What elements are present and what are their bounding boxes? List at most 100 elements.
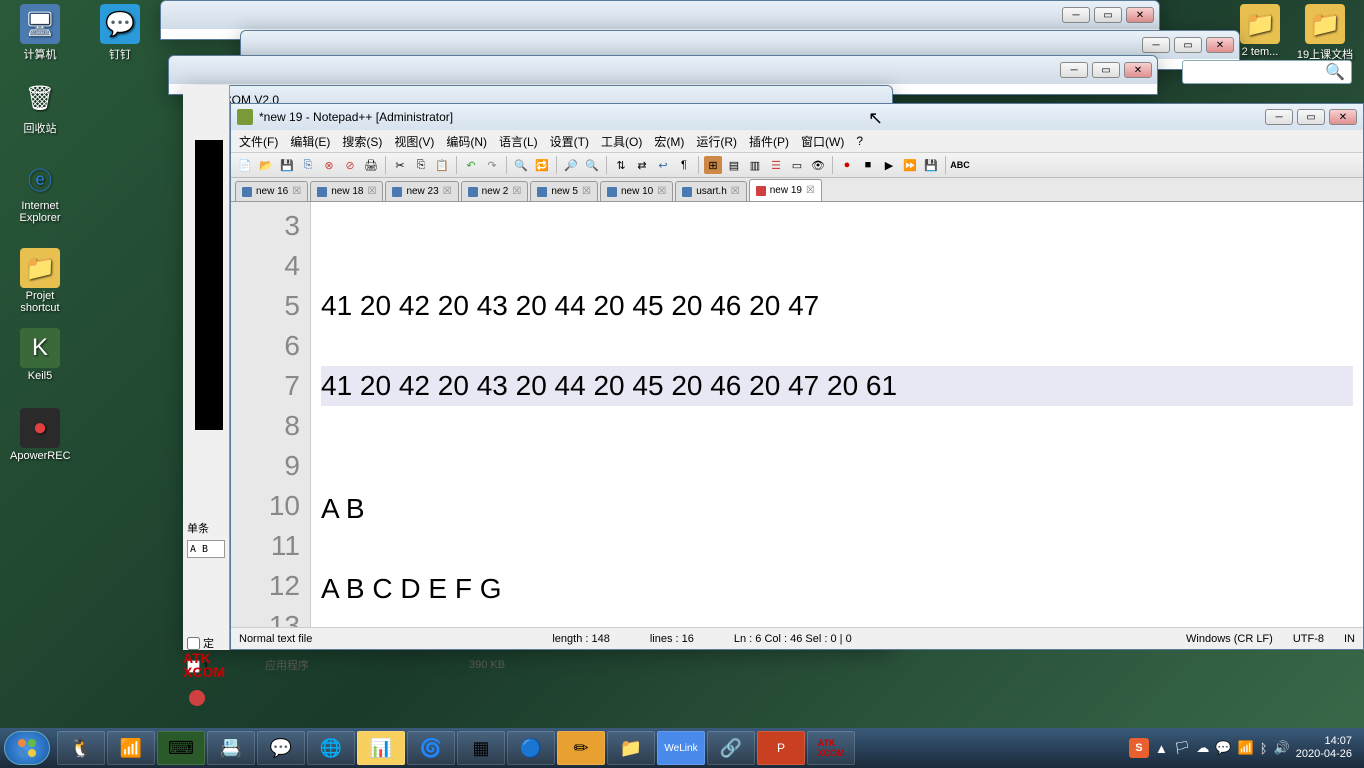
menu-search[interactable]: 搜索(S) <box>342 133 382 150</box>
tab-close-icon[interactable]: ☒ <box>806 185 815 196</box>
taskbar-ppt[interactable]: P <box>757 731 805 765</box>
minimize-button[interactable]: ─ <box>1142 37 1170 53</box>
menu-encoding[interactable]: 编码(N) <box>446 133 487 150</box>
desktop-icon-recycle[interactable]: 🗑回收站 <box>10 78 70 136</box>
desktop-icon-ie[interactable]: ⓔInternet Explorer <box>10 158 70 224</box>
copy-icon[interactable]: ⎘ <box>412 156 430 174</box>
docmap-icon[interactable]: ▭ <box>788 156 806 174</box>
menu-view[interactable]: 视图(V) <box>394 133 434 150</box>
start-button[interactable] <box>4 731 50 765</box>
maximize-button[interactable]: ▭ <box>1094 7 1122 23</box>
find-icon[interactable]: 🔍 <box>512 156 530 174</box>
text-editor[interactable]: 41 20 42 20 43 20 44 20 45 20 46 20 47 4… <box>311 202 1363 627</box>
replace-icon[interactable]: 🔁 <box>533 156 551 174</box>
desktop-icon-projet[interactable]: 📁Projet shortcut <box>10 248 70 314</box>
tray-cloud-icon[interactable]: ☁ <box>1196 740 1209 756</box>
paste-icon[interactable]: 📋 <box>433 156 451 174</box>
closeall-icon[interactable]: ⊘ <box>341 156 359 174</box>
search-box[interactable]: 🔍 <box>1182 60 1352 84</box>
fold-icon[interactable]: ▤ <box>725 156 743 174</box>
desktop-icon-doc19[interactable]: 📁19上课文档 <box>1295 4 1355 62</box>
maximize-button[interactable]: ▭ <box>1297 109 1325 125</box>
tab-close-icon[interactable]: ☒ <box>443 186 452 197</box>
taskbar-pdf[interactable]: 🔗 <box>707 731 755 765</box>
tray-bluetooth-icon[interactable]: ᛒ <box>1260 741 1268 756</box>
menu-help[interactable]: ? <box>856 134 863 148</box>
minimize-button[interactable]: ─ <box>1265 109 1293 125</box>
desktop-icon-computer[interactable]: 🖥计算机 <box>10 4 70 62</box>
new-icon[interactable]: 📄 <box>236 156 254 174</box>
tab-new16[interactable]: new 16☒ <box>235 181 308 201</box>
taskbar-chrome[interactable]: 🌐 <box>307 731 355 765</box>
zoomout-icon[interactable]: 🔍 <box>583 156 601 174</box>
titlebar[interactable]: *new 19 - Notepad++ [Administrator] ─ ▭ … <box>231 104 1363 130</box>
tab-new10[interactable]: new 10☒ <box>600 181 673 201</box>
play-icon[interactable]: ▶ <box>880 156 898 174</box>
taskbar-keil[interactable]: ⌨ <box>157 731 205 765</box>
indent-icon[interactable]: ⊞ <box>704 156 722 174</box>
tab-close-icon[interactable]: ☒ <box>367 186 376 197</box>
close-button[interactable]: ✕ <box>1206 37 1234 53</box>
menu-macro[interactable]: 宏(M) <box>654 133 684 150</box>
stop-icon[interactable]: ■ <box>859 156 877 174</box>
tray-chat-icon[interactable]: 💬 <box>1215 740 1231 756</box>
saveall-icon[interactable]: ⎘ <box>299 156 317 174</box>
minimize-button[interactable]: ─ <box>1060 62 1088 78</box>
tray-network-icon[interactable]: 📶 <box>1238 740 1254 756</box>
record-icon[interactable]: ● <box>838 156 856 174</box>
taskbar-wifi[interactable]: 📶 <box>107 731 155 765</box>
taskbar-notepad[interactable]: 📊 <box>357 731 405 765</box>
menu-language[interactable]: 语言(L) <box>499 133 538 150</box>
unfold-icon[interactable]: ▥ <box>746 156 764 174</box>
sync-v-icon[interactable]: ⇅ <box>612 156 630 174</box>
menu-run[interactable]: 运行(R) <box>696 133 737 150</box>
close-button[interactable]: ✕ <box>1124 62 1152 78</box>
tab-close-icon[interactable]: ☒ <box>512 186 521 197</box>
tray-clock[interactable]: 14:07 2020-04-26 <box>1296 735 1352 761</box>
tray-up-icon[interactable]: ▲ <box>1155 741 1168 756</box>
spellcheck-icon[interactable]: ABC <box>951 156 969 174</box>
send-input[interactable] <box>187 540 225 558</box>
tray-volume-icon[interactable]: 🔊 <box>1274 740 1290 756</box>
taskbar-xcom[interactable]: ATKXCOM <box>807 731 855 765</box>
taskbar-edit[interactable]: ✏ <box>557 731 605 765</box>
taskbar-explorer[interactable]: 📁 <box>607 731 655 765</box>
open-icon[interactable]: 📂 <box>257 156 275 174</box>
taskbar-wechat[interactable]: 💬 <box>257 731 305 765</box>
tab-close-icon[interactable]: ☒ <box>657 186 666 197</box>
taskbar-baidu[interactable]: 🔵 <box>507 731 555 765</box>
close-icon[interactable]: ⊗ <box>320 156 338 174</box>
menu-edit[interactable]: 编辑(E) <box>290 133 330 150</box>
tab-new23[interactable]: new 23☒ <box>385 181 458 201</box>
menu-file[interactable]: 文件(F) <box>239 133 278 150</box>
undo-icon[interactable]: ↶ <box>462 156 480 174</box>
maximize-button[interactable]: ▭ <box>1092 62 1120 78</box>
tab-close-icon[interactable]: ☒ <box>292 186 301 197</box>
sogou-ime-icon[interactable]: S <box>1129 738 1149 758</box>
wrap-icon[interactable]: ↩ <box>654 156 672 174</box>
minimize-button[interactable]: ─ <box>1062 7 1090 23</box>
maximize-button[interactable]: ▭ <box>1174 37 1202 53</box>
save-icon[interactable]: 💾 <box>278 156 296 174</box>
tab-close-icon[interactable]: ☒ <box>731 186 740 197</box>
desktop-icon-apower[interactable]: ●ApowerREC <box>10 408 70 462</box>
close-button[interactable]: ✕ <box>1126 7 1154 23</box>
timer-checkbox[interactable]: 定 <box>187 635 214 651</box>
taskbar-qq[interactable]: 🐧 <box>57 731 105 765</box>
menu-tools[interactable]: 工具(O) <box>601 133 642 150</box>
zoomin-icon[interactable]: 🔎 <box>562 156 580 174</box>
funclist-icon[interactable]: ☰ <box>767 156 785 174</box>
savemacro-icon[interactable]: 💾 <box>922 156 940 174</box>
close-button[interactable]: ✕ <box>1329 109 1357 125</box>
desktop-icon-dingding[interactable]: 💬钉钉 <box>90 4 150 62</box>
menu-settings[interactable]: 设置(T) <box>550 133 589 150</box>
tab-new18[interactable]: new 18☒ <box>310 181 383 201</box>
menu-window[interactable]: 窗口(W) <box>801 133 844 150</box>
taskbar-welink[interactable]: WeLink <box>657 731 705 765</box>
tray-flag-icon[interactable]: 🏳 <box>1174 740 1191 756</box>
menu-plugins[interactable]: 插件(P) <box>749 133 789 150</box>
tab-new2[interactable]: new 2☒ <box>461 181 529 201</box>
tab-new19[interactable]: new 19☒ <box>749 179 822 201</box>
taskbar-app1[interactable]: 📇 <box>207 731 255 765</box>
redo-icon[interactable]: ↷ <box>483 156 501 174</box>
